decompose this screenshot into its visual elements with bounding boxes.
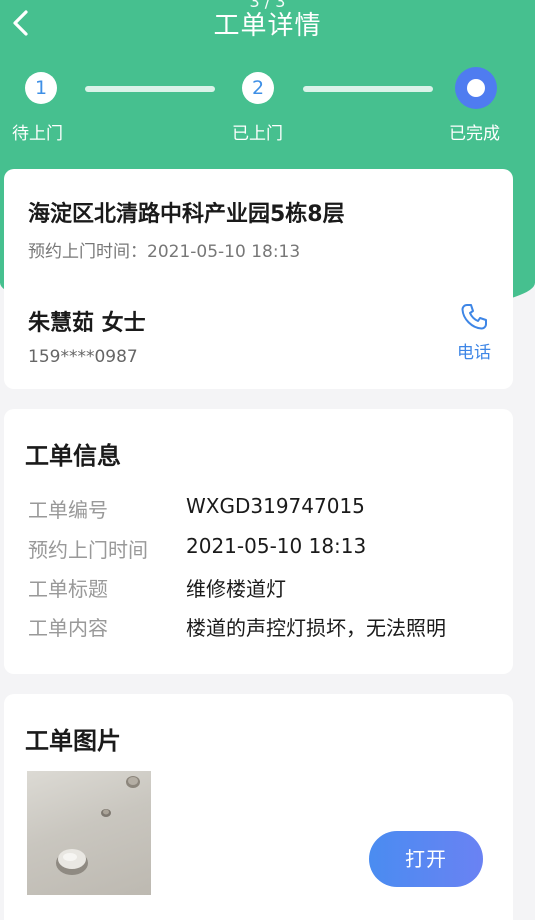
info-value: 2021-05-10 18:13 (186, 534, 367, 558)
step-1-circle: 1 (25, 72, 57, 104)
step-3-current (455, 67, 497, 109)
page-title: 工单详情 (213, 11, 322, 41)
info-key: 预约上门时间 (28, 538, 148, 562)
open-image-button[interactable]: 打开 (369, 831, 483, 887)
customer-phone: 159****0987 (28, 347, 138, 367)
info-value: 维修楼道灯 (186, 577, 286, 601)
info-key: 工单内容 (28, 616, 108, 640)
appointment-time: 预约上门时间：2021-05-10 18:13 (28, 242, 301, 262)
info-key: 工单编号 (28, 498, 108, 522)
order-info-card: 工单信息 工单编号 WXGD319747015 预约上门时间 2021-05-1… (4, 409, 513, 674)
progress-stepper: 1 2 待上门 已上门 已完成 (0, 67, 535, 147)
info-value: WXGD319747015 (186, 494, 365, 518)
step-connector (303, 86, 433, 92)
step-label-arrived: 已上门 (232, 124, 283, 144)
order-photo-thumbnail[interactable] (27, 771, 151, 895)
phone-icon (461, 304, 487, 330)
call-button[interactable]: 电话 (446, 302, 502, 363)
info-key: 工单标题 (28, 577, 108, 601)
service-address: 海淀区北清路中科产业园5栋8层 (28, 202, 345, 227)
info-value: 楼道的声控灯损坏，无法照明 (186, 616, 446, 640)
step-2-circle: 2 (242, 72, 274, 104)
order-info-title: 工单信息 (25, 442, 121, 470)
ceiling-light-photo (56, 776, 140, 875)
order-images-card: 工单图片 打开 (4, 694, 513, 920)
step-label-completed: 已完成 (449, 124, 500, 144)
customer-name: 朱慧茹 女士 (28, 311, 146, 336)
customer-card: 海淀区北清路中科产业园5栋8层 预约上门时间：2021-05-10 18:13 … (4, 169, 513, 389)
step-label-pending: 待上门 (12, 124, 63, 144)
call-label: 电话 (457, 343, 491, 363)
order-images-title: 工单图片 (25, 727, 121, 755)
step-connector (85, 86, 215, 92)
current-step-dot (467, 79, 485, 97)
